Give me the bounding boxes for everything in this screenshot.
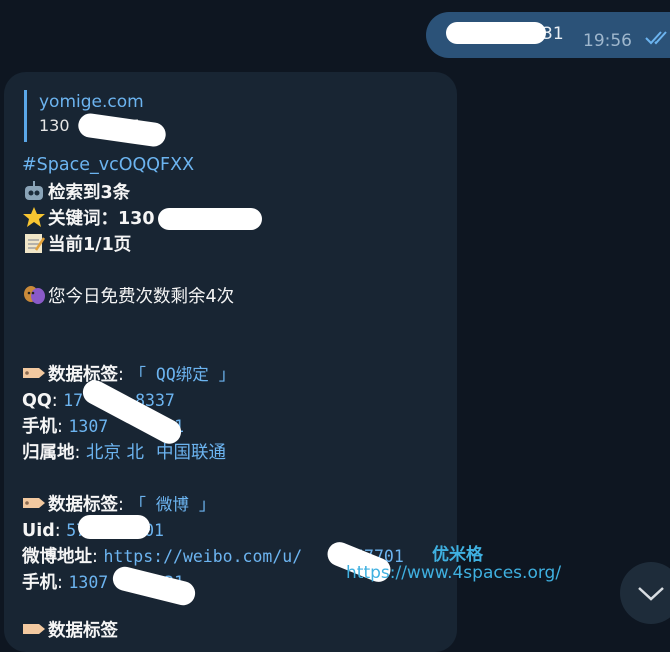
theater-masks-icon (24, 286, 45, 304)
data-tag-line: 数据标签: 「 QQ绑定 」 (22, 362, 235, 388)
watermark-title: 优米格 (432, 545, 483, 565)
label-tag-icon (23, 498, 45, 508)
redaction-scribble (158, 208, 262, 230)
keyword-line: 关键词：130 (22, 206, 155, 232)
redaction-scribble (446, 22, 546, 44)
found-count: 检索到3条 (22, 180, 130, 206)
free-remaining-line: 您今日免费次数剩余4次 (22, 284, 234, 310)
star-icon (23, 207, 45, 227)
scroll-to-bottom-button[interactable] (620, 562, 670, 624)
redaction-scribble (78, 515, 150, 539)
data-tag-line: 数据标签 (22, 618, 118, 644)
message-time: 19:56 (583, 31, 632, 51)
quote-title: yomige.com (39, 92, 144, 112)
reply-quote[interactable]: yomige.com 130831 (24, 90, 324, 142)
robot-icon (25, 181, 43, 200)
label-tag-icon (23, 368, 45, 378)
chevron-down-icon (638, 587, 664, 601)
double-check-icon (644, 29, 670, 49)
field-location: 归属地: 北京 北中国联通 (22, 443, 227, 463)
hashtag-link[interactable]: #Space_vcOQQFXX (22, 152, 194, 178)
memo-icon (25, 234, 46, 253)
watermark-url: https://www.4spaces.org/ (346, 563, 562, 583)
page-line: 当前1/1页 (22, 232, 131, 258)
label-tag-icon (23, 624, 45, 634)
